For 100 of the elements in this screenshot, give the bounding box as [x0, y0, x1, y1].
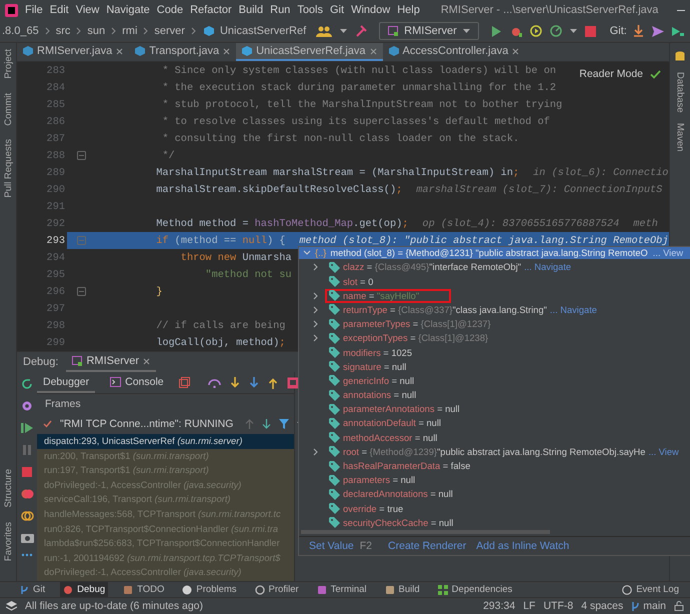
menu-item[interactable]: Window — [351, 4, 390, 16]
tool-window-tab[interactable]: Favorites — [2, 522, 14, 561]
run-configuration-dropdown[interactable]: RMIServer — [379, 22, 479, 40]
arrow-icon[interactable] — [672, 26, 684, 36]
tool-window-button[interactable]: TODO — [120, 582, 168, 597]
line-number: 290 — [46, 184, 66, 196]
menu-item[interactable]: Code — [156, 4, 184, 16]
menu-item[interactable]: Navigate — [106, 4, 150, 16]
gauge-icon[interactable] — [550, 25, 562, 37]
breadcrumb[interactable]: UnicastServerRef — [220, 25, 306, 37]
debug-tab[interactable]: Console — [104, 372, 170, 393]
inline-value-hint: meth — [633, 218, 658, 230]
field-value: override = true — [343, 504, 404, 514]
menu-item[interactable]: Refactor — [190, 4, 232, 16]
menu-item[interactable]: Run — [270, 4, 290, 16]
menu-item[interactable]: Build — [238, 4, 264, 16]
popup-action-link[interactable]: Set Value — [309, 540, 354, 552]
camera-icon[interactable] — [20, 532, 34, 543]
breadcrumb[interactable]: .8.0_65 — [2, 25, 39, 37]
navigate-link[interactable]: ... Navigate — [550, 304, 597, 315]
close-icon[interactable] — [512, 48, 520, 54]
editor-tab[interactable]: Transport.java — [129, 43, 236, 61]
filter-icon[interactable] — [279, 419, 290, 429]
editor-tab[interactable]: UnicastServerRef.java — [236, 43, 383, 61]
breadcrumb[interactable]: sun — [87, 25, 106, 37]
tool-window-button[interactable]: Build — [382, 582, 423, 597]
down-arrow-icon[interactable] — [230, 376, 240, 388]
more-icon[interactable] — [21, 553, 33, 557]
menu-item[interactable]: View — [76, 4, 100, 16]
tool-window-tab[interactable]: Commit — [2, 92, 14, 126]
close-icon[interactable] — [370, 48, 377, 54]
frame-icon[interactable] — [286, 376, 299, 388]
tool-window-button[interactable]: Debug — [60, 582, 108, 597]
menu-item[interactable]: Git — [330, 4, 344, 16]
editor-tab[interactable]: RMIServer.java — [17, 43, 130, 61]
grid-icon — [438, 584, 448, 594]
code-line: if (method == null) { — [155, 234, 286, 246]
tool-window-button[interactable]: Dependencies — [434, 582, 516, 597]
close-icon[interactable] — [116, 48, 124, 54]
caret-position[interactable]: 293:34 — [483, 600, 516, 612]
fold-icon[interactable] — [76, 287, 86, 296]
event-log-button[interactable]: Event Log — [619, 582, 682, 597]
tool-window-button[interactable]: Problems — [179, 582, 240, 597]
play-icon[interactable] — [490, 26, 502, 36]
tool-window-tab[interactable]: Project — [2, 49, 14, 79]
stop-icon[interactable] — [584, 26, 596, 36]
send-icon[interactable] — [652, 26, 664, 36]
popup-action-link[interactable]: Create Renderer — [388, 540, 466, 552]
breadcrumb[interactable]: rmi — [122, 25, 138, 37]
navigate-link[interactable]: ... View — [648, 446, 679, 457]
tool-window-tab[interactable]: Structure — [2, 469, 14, 508]
down-arrow-icon[interactable] — [632, 25, 644, 37]
tool-window-tab[interactable]: Pull Requests — [2, 139, 14, 198]
mute-breakpoints-icon[interactable] — [20, 510, 34, 522]
line-separator[interactable]: LF — [523, 600, 536, 612]
inspected-variable-row[interactable]: {..} method (slot_8) = {Method@1231} "public abstract java.lang.String RemoteO ... View — [299, 247, 690, 260]
navigate-link[interactable]: ... Navigate — [524, 262, 572, 272]
settings-icon[interactable] — [21, 400, 33, 412]
hammer-icon[interactable] — [355, 25, 368, 37]
tool-window-button[interactable]: Terminal — [314, 582, 370, 597]
bug-icon[interactable] — [510, 25, 522, 37]
up-arrow-icon[interactable] — [268, 376, 278, 388]
stack-frame[interactable]: dispatch:293, UnicastServerRef (sun.rmi.server) — [37, 434, 294, 449]
breakpoints-icon[interactable] — [20, 488, 34, 500]
caret-icon[interactable] — [570, 28, 577, 34]
menu-item[interactable]: Tools — [297, 4, 323, 16]
breadcrumb[interactable]: src — [56, 25, 70, 37]
down-arrow-icon[interactable] — [248, 376, 259, 388]
debug-tab[interactable]: Debugger — [37, 372, 96, 393]
layout-icon[interactable] — [178, 377, 190, 388]
breadcrumb[interactable]: server — [154, 25, 185, 37]
tool-window-button[interactable]: Profiler — [252, 582, 302, 597]
play-circle-icon[interactable] — [530, 25, 542, 37]
menu-item[interactable]: Help — [397, 4, 420, 16]
reader-mode-link[interactable]: Reader Mode — [579, 68, 643, 80]
down-arrow-icon[interactable] — [262, 419, 272, 429]
line-number: 293 — [46, 234, 66, 246]
indent-setting[interactable]: 4 spaces — [581, 600, 624, 612]
stop-icon[interactable] — [21, 466, 33, 478]
git-branch[interactable]: main — [643, 600, 666, 612]
users-icon[interactable] — [316, 26, 332, 36]
tool-window-tab[interactable]: Database — [674, 72, 686, 113]
tool-window-tab[interactable]: Maven — [674, 122, 686, 152]
thread-selector[interactable]: "RMI TCP Conne...ntime": RUNNING — [60, 418, 234, 430]
close-icon[interactable] — [143, 358, 150, 364]
popup-action-link[interactable]: Add as Inline Watch — [476, 540, 570, 552]
rerun-icon[interactable] — [21, 378, 33, 390]
class-icon — [242, 46, 252, 56]
menu-item[interactable]: File — [25, 4, 43, 16]
menu-item[interactable]: Edit — [50, 4, 69, 16]
lock-icon[interactable] — [674, 601, 684, 611]
close-icon[interactable] — [223, 48, 230, 54]
fold-icon[interactable] — [76, 151, 86, 160]
curved-arrow-icon[interactable] — [208, 378, 221, 388]
resume-icon[interactable] — [21, 422, 33, 434]
field-value: slot = 0 — [343, 276, 374, 287]
editor-tab[interactable]: AccessController.java — [382, 43, 526, 61]
file-encoding[interactable]: UTF-8 — [543, 600, 574, 612]
layers-icon[interactable] — [6, 601, 17, 611]
tool-window-button[interactable]: Git — [16, 582, 48, 597]
